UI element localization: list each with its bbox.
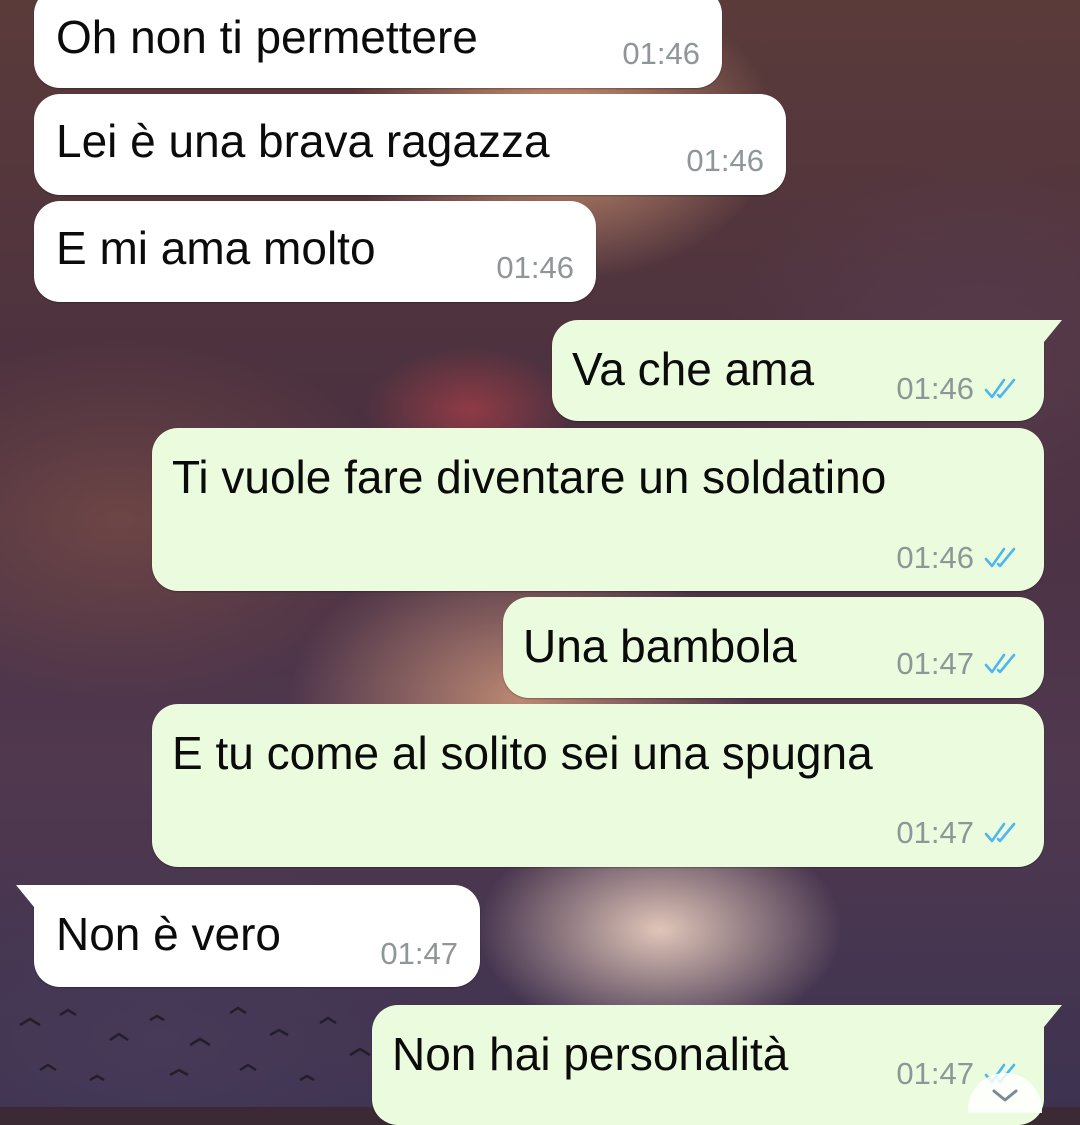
double-check-icon [984, 547, 1016, 568]
message-bubble-incoming[interactable]: Lei è una brava ragazza 01:46 [34, 94, 786, 195]
birds-decoration [19, 1006, 371, 1082]
message-meta: 01:47 [896, 816, 1022, 850]
double-check-icon [984, 822, 1016, 843]
double-check-icon [984, 378, 1016, 399]
message-time: 01:47 [896, 1056, 974, 1091]
message-text: E tu come al solito sei una spugna [172, 727, 873, 779]
message-text: Non hai personalità [392, 1028, 789, 1080]
message-bubble-outgoing[interactable]: Una bambola 01:47 [503, 597, 1044, 698]
message-bubble-incoming[interactable]: Oh non ti permettere 01:46 [34, 0, 722, 88]
message-meta: 01:46 [896, 541, 1022, 575]
message-time: 01:47 [896, 646, 974, 681]
double-check-icon [984, 653, 1016, 674]
message-bubble-outgoing[interactable]: Ti vuole fare diventare un soldatino 01:… [152, 428, 1044, 591]
message-time: 01:46 [622, 36, 700, 71]
message-text: E mi ama molto [56, 222, 376, 274]
message-text: Oh non ti permettere [56, 11, 478, 63]
message-meta: 01:46 [496, 251, 574, 285]
message-bubble-outgoing[interactable]: Va che ama 01:46 [552, 320, 1062, 421]
message-time: 01:46 [896, 371, 974, 406]
message-meta: 01:46 [622, 37, 700, 71]
message-time: 01:46 [496, 250, 574, 285]
message-time: 01:47 [380, 936, 458, 971]
message-meta: 01:47 [380, 937, 458, 971]
message-meta: 01:47 [896, 647, 1022, 681]
chevron-down-icon [992, 1089, 1018, 1102]
message-time: 01:46 [896, 540, 974, 575]
message-text: Ti vuole fare diventare un soldatino [172, 451, 887, 503]
message-bubble-outgoing[interactable]: E tu come al solito sei una spugna 01:47 [152, 704, 1044, 867]
message-bubble-incoming[interactable]: Non è vero 01:47 [16, 885, 480, 987]
message-text: Non è vero [56, 908, 282, 960]
message-time: 01:46 [686, 143, 764, 178]
message-text: Va che ama [572, 343, 815, 395]
message-meta: 01:46 [896, 372, 1022, 406]
message-bubble-incoming[interactable]: E mi ama molto 01:46 [34, 201, 596, 302]
message-meta: 01:46 [686, 144, 764, 178]
message-time: 01:47 [896, 815, 974, 850]
scroll-to-bottom-button[interactable] [968, 1073, 1042, 1113]
message-text: Una bambola [523, 620, 797, 672]
message-text: Lei è una brava ragazza [56, 115, 550, 167]
message-bubble-outgoing[interactable]: Non hai personalità 01:47 [372, 1005, 1062, 1125]
